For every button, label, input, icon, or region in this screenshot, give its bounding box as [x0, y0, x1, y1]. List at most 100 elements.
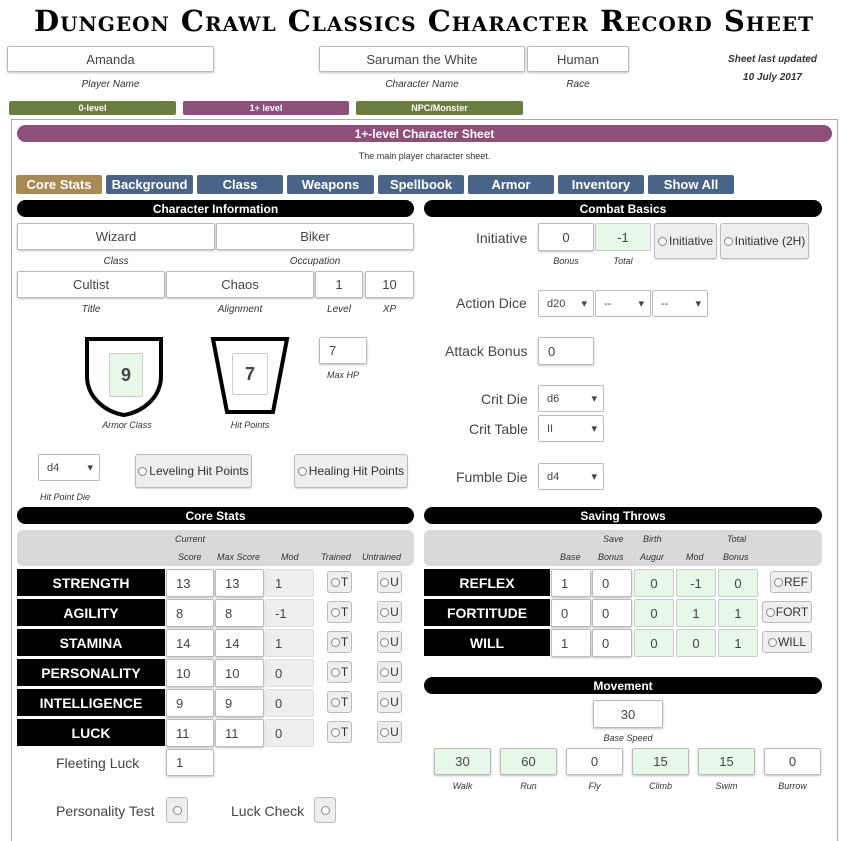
initiative-bonus-input[interactable]: 0 [538, 223, 594, 251]
base-speed-input[interactable]: 30 [593, 700, 663, 728]
personality-mod-value: 0 [265, 659, 314, 687]
healing-hp-label: Healing Hit Points [308, 464, 405, 478]
personality-untrained-button[interactable]: U [377, 661, 402, 683]
strength-score-input[interactable]: 13 [166, 569, 214, 597]
fortitude-bonus-input[interactable]: 0 [592, 599, 632, 627]
fortitude-base-input[interactable]: 0 [551, 599, 591, 627]
reflex-roll-button[interactable]: REF [770, 571, 812, 593]
chevron-down-icon: ▾ [581, 298, 587, 310]
run-speed-input[interactable]: 60 [500, 748, 557, 775]
personality-score-input[interactable]: 10 [166, 659, 214, 687]
intelligence-max-input[interactable]: 9 [215, 689, 264, 717]
climb-speed-input[interactable]: 15 [632, 748, 689, 775]
alignment-input[interactable]: Chaos [166, 271, 314, 298]
leveling-hit-points-button[interactable]: Leveling Hit Points [135, 454, 252, 488]
luck-trained-button[interactable]: T [327, 721, 352, 743]
armor-class-input[interactable]: 9 [109, 353, 143, 397]
stamina-score-input[interactable]: 14 [166, 629, 214, 657]
strength-trained-button[interactable]: T [327, 571, 352, 593]
swim-speed-input[interactable]: 15 [698, 748, 755, 775]
luck-max-input[interactable]: 11 [215, 719, 264, 747]
stat-name-luck: LUCK [17, 719, 165, 746]
personality-test-button[interactable] [166, 797, 188, 823]
luck-score-input[interactable]: 11 [166, 719, 214, 747]
xp-input[interactable]: 10 [365, 271, 414, 298]
agility-mod-value: -1 [265, 599, 314, 627]
tab-core-stats[interactable]: Core Stats [16, 175, 102, 194]
reflex-augur-value: 0 [634, 569, 674, 597]
tab-1-plus-level[interactable]: 1+ level [183, 101, 349, 115]
personality-trained-button[interactable]: T [327, 661, 352, 683]
stamina-untrained-button[interactable]: U [377, 631, 402, 653]
stamina-trained-button[interactable]: T [327, 631, 352, 653]
intelligence-untrained-button[interactable]: U [377, 691, 402, 713]
burrow-speed-input[interactable]: 0 [764, 748, 821, 775]
tab-class[interactable]: Class [197, 175, 283, 194]
crit-die-select[interactable]: d6 ▾ [538, 385, 604, 412]
character-name-input[interactable]: Saruman the White [319, 46, 525, 72]
agility-score-input[interactable]: 8 [166, 599, 214, 627]
die-icon [330, 577, 340, 587]
die-icon [774, 577, 783, 587]
action-dice-label: Action Dice [456, 295, 527, 311]
agility-max-input[interactable]: 8 [215, 599, 264, 627]
fortitude-roll-button[interactable]: FORT [762, 601, 812, 623]
initiative-2h-roll-button[interactable]: Initiative (2H) [720, 223, 809, 259]
fleeting-luck-label: Fleeting Luck [56, 755, 140, 771]
fleeting-luck-input[interactable]: 1 [166, 749, 214, 776]
burrow-speed-label: Burrow [778, 781, 807, 791]
tab-show-all[interactable]: Show All [648, 175, 734, 194]
healing-hit-points-button[interactable]: Healing Hit Points [294, 454, 408, 488]
fly-speed-input[interactable]: 0 [566, 748, 623, 775]
tab-inventory[interactable]: Inventory [558, 175, 644, 194]
strength-max-input[interactable]: 13 [215, 569, 264, 597]
walk-speed-input[interactable]: 30 [434, 748, 491, 775]
intelligence-untrained-button-label: U [390, 695, 399, 709]
leveling-hp-label: Leveling Hit Points [149, 464, 249, 478]
class-input[interactable]: Wizard [17, 223, 215, 250]
base-speed-label: Base Speed [603, 733, 653, 743]
luck-check-button[interactable] [314, 797, 336, 823]
will-bonus-input[interactable]: 0 [592, 629, 632, 657]
intelligence-score-input[interactable]: 9 [166, 689, 214, 717]
fumble-die-select[interactable]: d4 ▾ [538, 463, 604, 490]
tab-spellbook[interactable]: Spellbook [378, 175, 464, 194]
initiative-roll-button[interactable]: Initiative [654, 223, 717, 259]
race-input[interactable]: Human [527, 46, 629, 72]
tab-armor[interactable]: Armor [468, 175, 554, 194]
max-hp-input[interactable]: 7 [319, 337, 367, 364]
crit-table-select[interactable]: II ▾ [538, 415, 604, 442]
action-die-2-select[interactable]: -- ▾ [595, 290, 651, 317]
reflex-base-input[interactable]: 1 [551, 569, 591, 597]
will-base-input[interactable]: 1 [551, 629, 591, 657]
die-icon [767, 637, 777, 647]
will-roll-button-label: WILL [777, 635, 806, 649]
attack-bonus-input[interactable]: 0 [538, 337, 594, 365]
tab-weapons[interactable]: Weapons [287, 175, 374, 194]
intelligence-trained-button[interactable]: T [327, 691, 352, 713]
agility-untrained-button[interactable]: U [377, 601, 402, 623]
title-input[interactable]: Cultist [17, 271, 165, 298]
will-roll-button[interactable]: WILL [762, 631, 812, 653]
level-input[interactable]: 1 [315, 271, 363, 298]
personality-max-input[interactable]: 10 [215, 659, 264, 687]
saving-throws-header: Saving Throws [424, 507, 822, 524]
agility-trained-button[interactable]: T [327, 601, 352, 623]
stamina-max-input[interactable]: 14 [215, 629, 264, 657]
reflex-mod-value: -1 [676, 569, 716, 597]
reflex-bonus-input[interactable]: 0 [592, 569, 632, 597]
hit-points-input[interactable]: 7 [232, 353, 268, 395]
strength-untrained-button[interactable]: U [377, 571, 402, 593]
col-save-bonus-label: Bonus [598, 552, 624, 562]
player-name-input[interactable]: Amanda [7, 46, 214, 72]
luck-untrained-button[interactable]: U [377, 721, 402, 743]
tab-npc-monster[interactable]: NPC/Monster [356, 101, 523, 115]
hit-die-select[interactable]: d4 ▾ [38, 454, 100, 481]
action-die-1-select[interactable]: d20 ▾ [538, 290, 594, 317]
action-die-3-select[interactable]: -- ▾ [652, 290, 708, 317]
tab-0-level[interactable]: 0-level [9, 101, 176, 115]
occupation-input[interactable]: Biker [216, 223, 414, 250]
will-augur-value: 0 [634, 629, 674, 657]
stamina-mod-value: 1 [265, 629, 314, 657]
tab-background[interactable]: Background [106, 175, 193, 194]
